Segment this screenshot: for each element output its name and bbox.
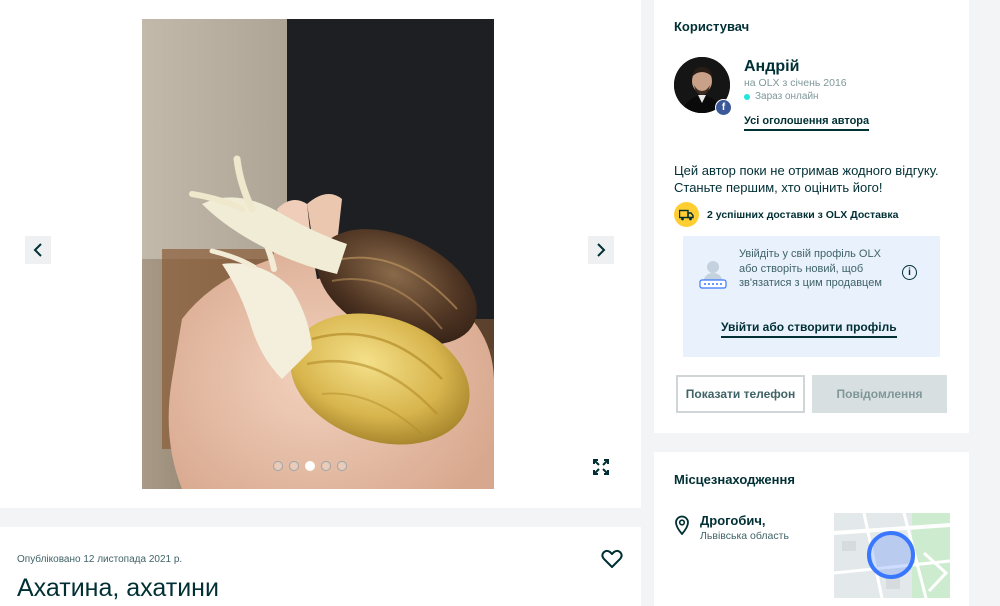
chevron-right-icon (597, 243, 606, 257)
seller-name: Андрій (744, 58, 800, 75)
listing-title: Ахатина, ахатини (17, 574, 219, 602)
pagination-dot[interactable] (289, 461, 299, 471)
listing-photo[interactable] (142, 19, 494, 489)
fullscreen-button[interactable] (588, 454, 614, 480)
pagination-dot[interactable] (337, 461, 347, 471)
map-pin-icon (675, 515, 689, 535)
login-prompt-box: Увійдіть у свій профіль OLX або створіть… (683, 236, 940, 357)
truck-icon (674, 202, 699, 227)
seller-section-title: Користувач (674, 19, 750, 34)
login-or-register-link[interactable]: Увійти або створити профіль (721, 320, 897, 338)
login-prompt-text: Увійдіть у свій профіль OLX або створіть… (739, 248, 882, 289)
message-button[interactable]: Повідомлення (812, 375, 947, 413)
pagination-dot[interactable] (321, 461, 331, 471)
profile-illustration-icon (699, 261, 727, 289)
online-dot-icon (744, 93, 750, 100)
delivery-info: 2 успішних доставки з OLX Доставка (674, 202, 898, 227)
seller-card: Користувач f Андрій на OLX з січень 2016… (654, 0, 969, 433)
photo-pagination (273, 461, 347, 471)
location-card: Місцезнаходження Дрогобич, Львівська обл… (654, 452, 969, 606)
pagination-dot[interactable] (305, 461, 315, 471)
listing-details: Опубліковано 12 листопада 2021 р. Ахатин… (0, 527, 641, 606)
location-section-title: Місцезнаходження (674, 472, 795, 487)
online-status: Зараз онлайн (744, 91, 819, 102)
location-map[interactable] (834, 513, 950, 598)
next-photo-button[interactable] (588, 236, 614, 264)
all-seller-ads-link[interactable]: Усі оголошення автора (744, 115, 870, 131)
no-reviews-text: Цей автор поки не отримав жодного відгук… (674, 163, 939, 195)
pagination-dot[interactable] (273, 461, 283, 471)
facebook-icon: f (715, 99, 732, 116)
seller-since: на OLX з січень 2016 (744, 77, 847, 89)
show-phone-button[interactable]: Показати телефон (676, 375, 805, 413)
heart-icon[interactable] (601, 549, 623, 569)
info-icon[interactable]: i (902, 265, 917, 280)
published-date: Опубліковано 12 листопада 2021 р. (17, 554, 183, 565)
location-city: Дрогобич, (700, 513, 766, 528)
prev-photo-button[interactable] (25, 236, 51, 264)
online-label: Зараз онлайн (755, 91, 819, 102)
chevron-left-icon (33, 243, 42, 257)
expand-icon (593, 459, 609, 475)
location-region: Львівська область (700, 530, 789, 542)
delivery-text: 2 успішних доставки з OLX Доставка (707, 208, 899, 221)
photo-gallery (0, 0, 641, 508)
